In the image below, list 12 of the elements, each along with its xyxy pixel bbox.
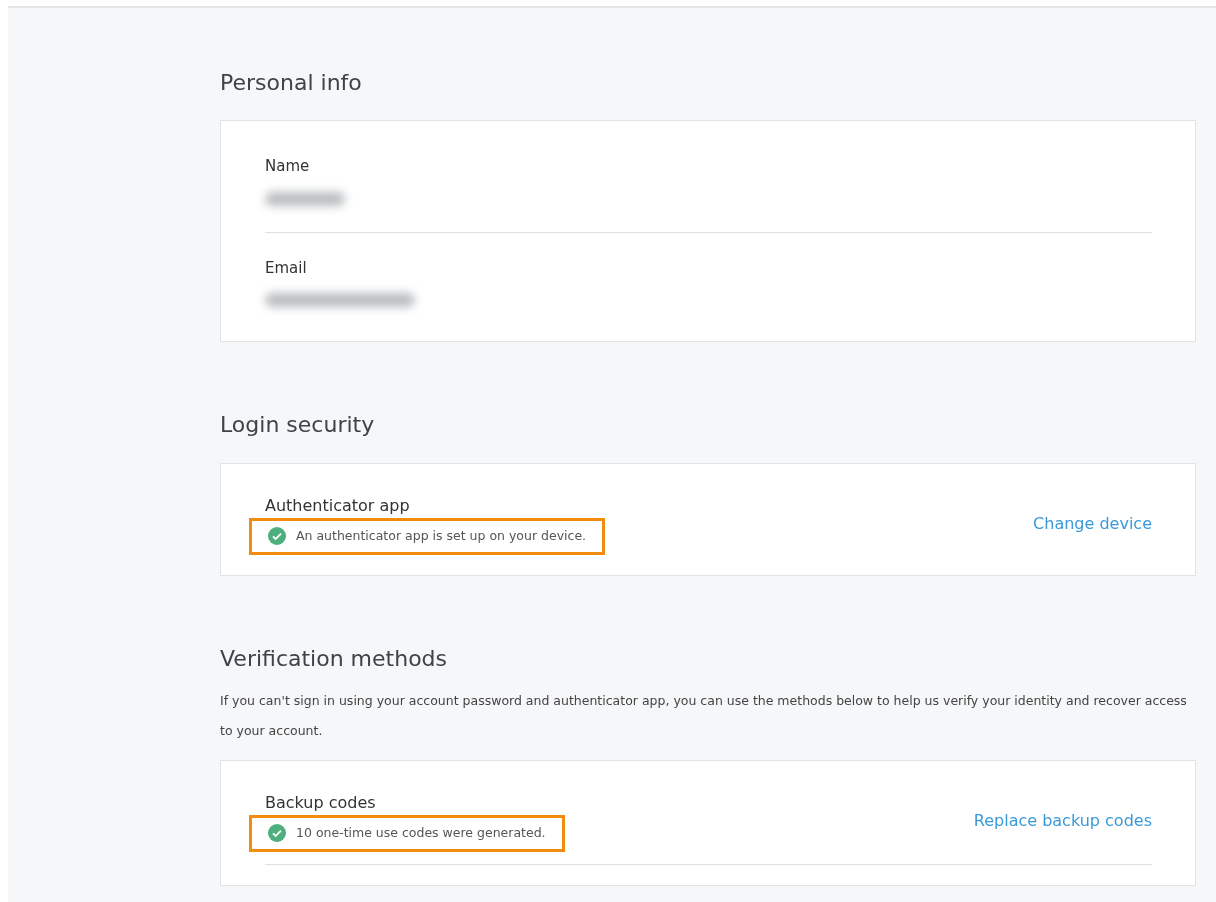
status-text: An authenticator app is set up on your device. bbox=[296, 526, 587, 545]
field-label: Name bbox=[265, 156, 311, 178]
section-heading: Verification methods bbox=[220, 645, 449, 672]
status-text: 10 one-time use codes were generated. bbox=[296, 823, 546, 842]
section-heading: Personal info bbox=[220, 70, 363, 97]
field-label: Email bbox=[265, 257, 308, 279]
method-title: Backup codes bbox=[265, 791, 377, 814]
action-link[interactable]: Replace backup codes bbox=[973, 809, 1152, 834]
method-title: Authenticator app bbox=[265, 494, 411, 517]
section-heading: Login security bbox=[220, 412, 376, 439]
description-text: If you can't sign in using your account password and authenticator app, you can use the methods below to help us verify your identity and recover access to your account. bbox=[220, 691, 1188, 740]
action-link[interactable]: Change device bbox=[1033, 512, 1152, 537]
